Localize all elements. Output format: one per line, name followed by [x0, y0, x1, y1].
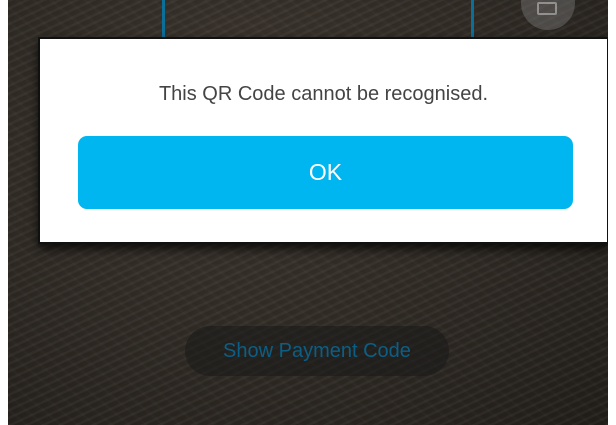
ok-button[interactable]: OK	[78, 136, 573, 209]
dialog-message: This QR Code cannot be recognised.	[158, 83, 489, 105]
image-icon	[537, 2, 557, 15]
camera-scanner-view: Show Payment Code This QR Code cannot be…	[8, 0, 608, 425]
show-payment-code-button[interactable]: Show Payment Code	[185, 326, 449, 376]
gallery-button[interactable]	[521, 0, 575, 30]
error-dialog: This QR Code cannot be recognised. OK	[38, 37, 608, 244]
